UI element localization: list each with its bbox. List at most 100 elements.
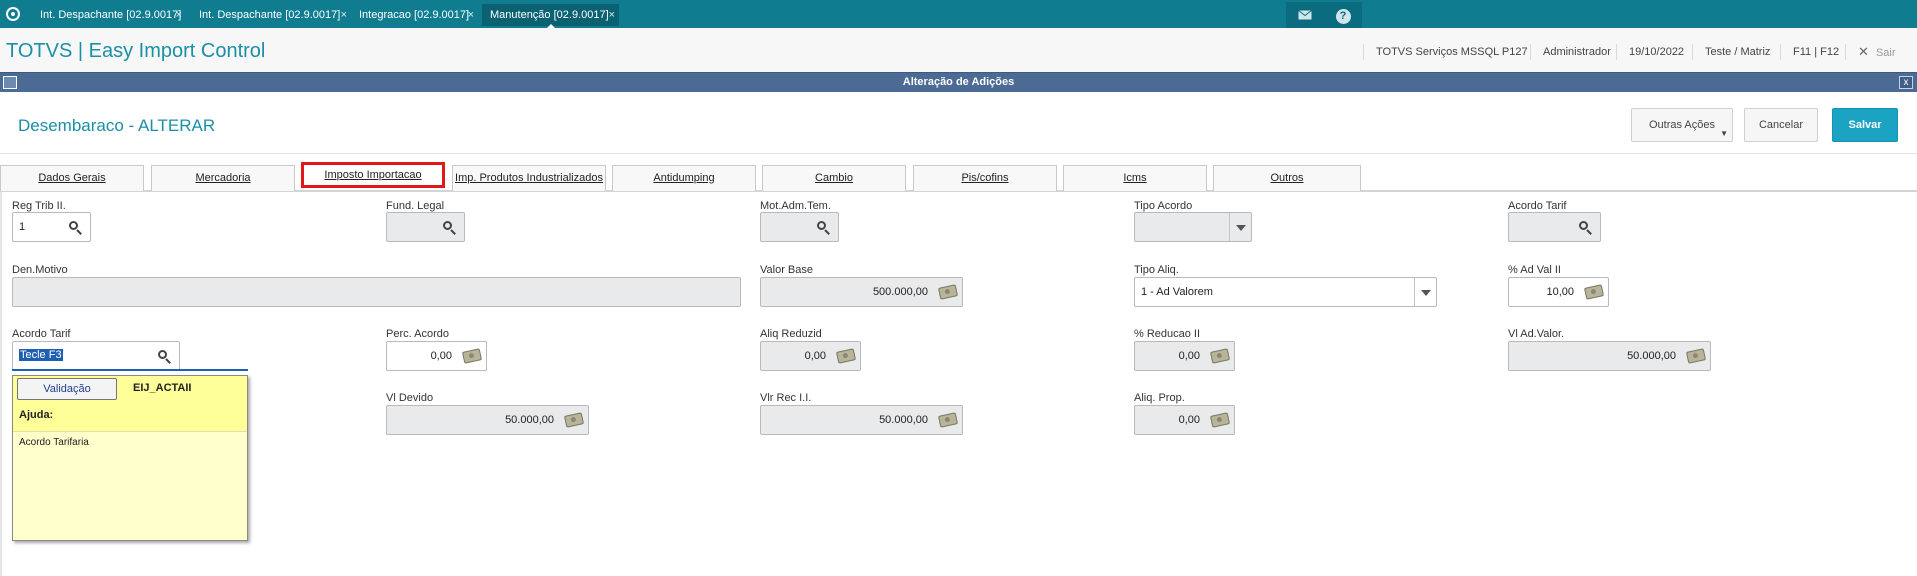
den-motivo-field[interactable] <box>12 277 741 307</box>
top-tab-label: Manutenção [02.9.0017] <box>490 9 609 21</box>
perc-reducao-ii-value: 0,00 <box>1178 350 1200 362</box>
valor-base-value: 500.000,00 <box>872 286 928 298</box>
close-icon[interactable]: × <box>468 4 474 26</box>
vlr-rec-ii-value: 50.000,00 <box>879 414 928 426</box>
acordo-tarif-2-label: Acordo Tarif <box>12 328 71 340</box>
acordo-tarif-field[interactable] <box>1508 212 1601 242</box>
tab-icms[interactable]: Icms <box>1063 165 1207 191</box>
perc-acordo-label: Perc. Acordo <box>386 328 449 340</box>
money-icon[interactable] <box>563 412 585 428</box>
ad-val-ii-value: 10,00 <box>1546 286 1574 298</box>
search-icon[interactable] <box>817 221 831 235</box>
aliq-prop-field[interactable]: 0,00 <box>1134 405 1235 435</box>
chevron-down-icon[interactable] <box>1229 213 1251 241</box>
exit-label: Sair <box>1875 47 1896 59</box>
fund-legal-field[interactable] <box>386 212 465 242</box>
exit-button[interactable]: ✕ Sair <box>1845 44 1896 60</box>
fund-legal-label: Fund. Legal <box>386 200 445 212</box>
den-motivo-label: Den.Motivo <box>12 264 68 276</box>
money-icon[interactable] <box>937 284 959 300</box>
money-icon[interactable] <box>1209 412 1231 428</box>
chevron-down-icon[interactable] <box>1414 278 1436 306</box>
search-icon[interactable] <box>158 350 172 364</box>
search-icon[interactable] <box>69 221 83 235</box>
save-button[interactable]: Salvar <box>1832 108 1898 142</box>
ad-val-ii-field[interactable]: 10,00 <box>1508 277 1609 307</box>
close-icon[interactable]: × <box>609 4 615 26</box>
help-text: Acordo Tarifaria <box>19 437 89 448</box>
tipo-acordo-select[interactable] <box>1134 212 1252 242</box>
vl-ad-valor-field[interactable]: 50.000,00 <box>1508 341 1711 371</box>
money-icon[interactable] <box>461 348 483 364</box>
vl-ad-valor-value: 50.000,00 <box>1627 350 1676 362</box>
mail-icon[interactable] <box>1286 2 1324 28</box>
search-icon[interactable] <box>443 221 457 235</box>
tab-imp-produtos-industrializados[interactable]: Imp. Produtos Industrializados <box>452 165 606 191</box>
aliq-reduzid-field[interactable]: 0,00 <box>760 341 861 371</box>
top-tab-integracao[interactable]: Integracao [02.9.0017] × <box>351 4 478 26</box>
perc-reducao-ii-label: % Reducao II <box>1134 328 1201 340</box>
app-header: TOTVS | Easy Import Control TOTVS Serviç… <box>0 28 1917 75</box>
popup-divider <box>13 431 247 432</box>
reg-trib-ii-value: 1 <box>19 221 26 233</box>
perc-acordo-field[interactable]: 0,00 <box>386 341 487 371</box>
more-actions-label: Outras Ações <box>1648 119 1716 131</box>
top-tab-int-despachante-1[interactable]: Int. Despachante [02.9.0017] × <box>32 4 186 26</box>
top-tab-label: Integracao [02.9.0017] <box>359 9 470 21</box>
window-titlebar: Alteração de Adições x <box>0 72 1917 92</box>
branch-info[interactable]: Teste / Matriz <box>1692 44 1770 60</box>
field-code: EIJ_ACTAII <box>133 382 192 394</box>
top-tab-label: Int. Despachante [02.9.0017] <box>199 9 341 21</box>
user-info: Administrador <box>1530 44 1611 60</box>
search-icon[interactable] <box>1579 221 1593 235</box>
tab-pis-cofins[interactable]: Pis/cofins <box>913 165 1057 191</box>
tab-antidumping[interactable]: Antidumping <box>612 165 756 191</box>
form-header: Desembaraco - ALTERAR Outras Ações ▼ Can… <box>0 92 1917 154</box>
validation-button[interactable]: Validação <box>17 378 117 400</box>
window-close-button[interactable]: x <box>1899 76 1913 89</box>
close-icon[interactable]: × <box>341 4 347 26</box>
window-title: Alteração de Adições <box>902 76 1015 88</box>
totvs-logo-icon[interactable] <box>6 7 20 21</box>
mot-adm-tem-label: Mot.Adm.Tem. <box>760 200 831 212</box>
aliq-reduzid-label: Aliq Reduzid <box>760 328 822 340</box>
cancel-button[interactable]: Cancelar <box>1744 108 1818 142</box>
tab-outros[interactable]: Outros <box>1213 165 1361 191</box>
vl-ad-valor-label: Vl Ad.Valor. <box>1508 328 1565 340</box>
vlr-rec-ii-field[interactable]: 50.000,00 <box>760 405 963 435</box>
tab-imposto-importacao[interactable]: Imposto Importacao <box>301 162 445 188</box>
vl-devido-label: Vl Devido <box>386 392 434 404</box>
top-tab-bar: Int. Despachante [02.9.0017] × Int. Desp… <box>0 0 1917 30</box>
field-help-popup: Validação EIJ_ACTAII Ajuda: Acordo Tarif… <box>12 375 248 541</box>
vlr-rec-ii-label: Vlr Rec I.I. <box>760 392 812 404</box>
mot-adm-tem-field[interactable] <box>760 212 839 242</box>
acordo-tarif-label: Acordo Tarif <box>1508 200 1567 212</box>
acordo-tarif-2-field[interactable]: Tecle F3 <box>12 341 180 371</box>
close-icon[interactable]: × <box>176 4 182 26</box>
folder-tabs: Dados Gerais Mercadoria Imposto Importac… <box>0 162 1917 192</box>
perc-reducao-ii-field[interactable]: 0,00 <box>1134 341 1235 371</box>
more-actions-button[interactable]: Outras Ações ▼ <box>1631 108 1733 142</box>
tab-mercadoria[interactable]: Mercadoria <box>151 165 295 191</box>
reg-trib-ii-field[interactable]: 1 <box>12 212 91 242</box>
money-icon[interactable] <box>937 412 959 428</box>
valor-base-field[interactable]: 500.000,00 <box>760 277 963 307</box>
money-icon[interactable] <box>835 348 857 364</box>
help-icon[interactable]: ? <box>1324 2 1362 28</box>
vl-devido-field[interactable]: 50.000,00 <box>386 405 589 435</box>
money-icon[interactable] <box>1685 348 1707 364</box>
server-info: TOTVS Serviços MSSQL P127 <box>1363 44 1528 60</box>
chevron-down-icon: ▼ <box>1720 129 1728 138</box>
shortcut-keys: F11 | F12 <box>1780 44 1839 60</box>
acordo-tarif-2-value: Tecle F3 <box>19 349 63 361</box>
money-icon[interactable] <box>1209 348 1231 364</box>
tab-cambio[interactable]: Cambio <box>762 165 906 191</box>
form-area <box>0 192 1917 576</box>
top-tab-int-despachante-2[interactable]: Int. Despachante [02.9.0017] × <box>191 4 351 26</box>
money-icon[interactable] <box>1583 284 1605 300</box>
top-tab-manutencao[interactable]: Manutenção [02.9.0017] × <box>482 4 619 30</box>
tab-dados-gerais[interactable]: Dados Gerais <box>0 165 144 191</box>
focus-underline <box>12 369 248 371</box>
aliq-prop-label: Aliq. Prop. <box>1134 392 1185 404</box>
tipo-aliq-select[interactable]: 1 - Ad Valorem <box>1134 277 1437 307</box>
